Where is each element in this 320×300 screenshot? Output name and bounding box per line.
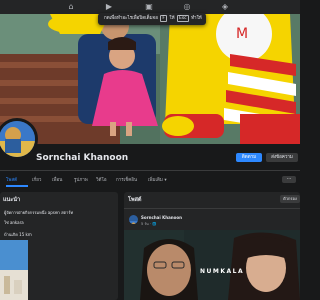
filter-button[interactable]: ตัวกรอง <box>280 195 300 203</box>
toast-middle-text: ให้ <box>169 16 175 21</box>
video-icon[interactable]: ▶ <box>104 2 114 12</box>
profile-name: Sornchai Khanoon <box>36 153 129 163</box>
tab-more[interactable]: เพิ่มเติม ▾ <box>148 176 167 183</box>
toast-key-f: F <box>160 15 167 22</box>
svg-text:M: M <box>236 26 248 42</box>
post-timestamp[interactable]: 5 วัน · 🌐 <box>141 221 156 227</box>
tab-checkins[interactable]: การเช็คอิน <box>116 176 137 183</box>
cover-photo-image: M <box>0 14 300 144</box>
featured-photo-image <box>0 240 28 300</box>
post-image-photo <box>124 230 300 300</box>
intro-featured-photo[interactable] <box>0 240 28 300</box>
intro-line-hometown: บ้านเกิด 15 km <box>4 232 32 237</box>
tab-videos[interactable]: วิดีโอ <box>96 176 107 183</box>
intro-line-work: ผู้จัดการฝ่ายกิจกรรมหนึ่ง apsen สตาร์ท <box>4 210 74 215</box>
marketplace-icon[interactable]: ▣ <box>144 2 154 12</box>
active-tab-indicator <box>6 185 28 187</box>
toast-text-after: ทำให้ <box>191 16 202 21</box>
posts-title: โพสต์ <box>128 197 142 203</box>
toast-text: กดเพื่อทำอะไรเพื่อปิดเต็มจอ <box>104 16 158 21</box>
intro-title: แนะนำ <box>3 197 21 203</box>
tab-about[interactable]: เกี่ยว <box>32 176 41 183</box>
fullscreen-toast: กดเพื่อทำอะไรเพื่อปิดเต็มจอ F ให้ Esc ทำ… <box>98 13 206 25</box>
tab-friends[interactable]: เพื่อน <box>52 176 62 183</box>
cover-photo: M <box>0 14 300 144</box>
gaming-icon[interactable]: ◈ <box>220 2 230 12</box>
follow-button[interactable]: ติดตาม <box>236 153 262 162</box>
follow-button-label: ติดตาม <box>241 155 257 160</box>
posts-divider <box>124 208 300 209</box>
profile-tabs: โพสต์ เกี่ยว เพื่อน รูปภาพ วิดีโอ การเช็… <box>0 172 300 186</box>
post-image[interactable] <box>124 230 300 300</box>
tab-photos[interactable]: รูปภาพ <box>74 176 88 183</box>
post-author-avatar[interactable] <box>129 215 138 224</box>
post-image-title: NUMKALA <box>200 268 245 275</box>
profile-avatar[interactable] <box>0 118 38 160</box>
groups-icon[interactable]: ◎ <box>182 2 192 12</box>
post-author-name[interactable]: Sornchai Khanoon <box>141 215 182 220</box>
tab-posts[interactable]: โพสต์ <box>6 176 17 183</box>
avatar-image <box>0 121 35 157</box>
more-options-button[interactable]: ··· <box>282 176 296 183</box>
toast-key-esc: Esc <box>176 15 189 22</box>
profile-divider <box>0 170 300 171</box>
home-icon[interactable]: ⌂ <box>66 2 76 12</box>
intro-line-location: ใช่ ankara <box>4 220 24 225</box>
message-button-label: ส่งข้อความ <box>271 155 293 160</box>
message-button[interactable]: ส่งข้อความ <box>266 153 298 162</box>
